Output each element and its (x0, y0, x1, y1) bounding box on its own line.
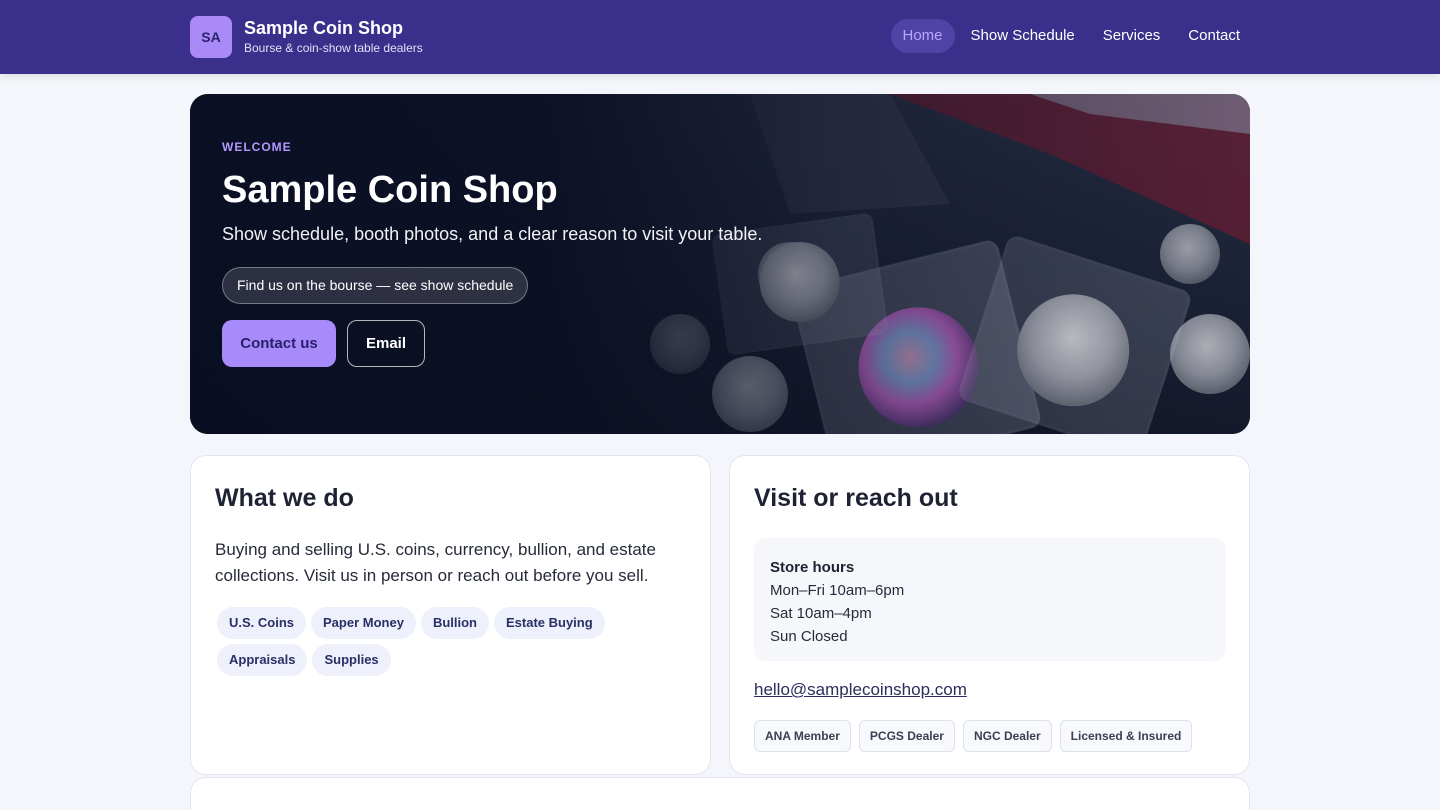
tag-paper-money: Paper Money (311, 607, 416, 639)
brand-name: Sample Coin Shop (244, 18, 404, 38)
nav-home[interactable]: Home (890, 19, 955, 53)
nav-services[interactable]: Services (1091, 19, 1173, 53)
store-hours-title: Store hours (770, 559, 855, 576)
services-description: Buying and selling U.S. coins, currency,… (215, 540, 656, 585)
tag-bullion: Bullion (420, 607, 489, 639)
email-link[interactable]: hello@samplecoinshop.com (754, 680, 967, 700)
tag-appraisals: Appraisals (217, 644, 308, 676)
logo-badge: SA (190, 16, 232, 58)
hero-title: Sample Coin Shop (222, 169, 558, 211)
services-title: What we do (215, 484, 354, 512)
nav-show-schedule[interactable]: Show Schedule (959, 19, 1087, 53)
badge-pcgs-dealer: PCGS Dealer (858, 720, 955, 752)
hero-subtitle: Show schedule, booth photos, and a clear… (222, 224, 763, 244)
site-header: SA Sample Coin Shop Bourse & coin-show t… (0, 0, 1440, 74)
tag-us-coins: U.S. Coins (217, 607, 307, 639)
store-hours-box: Store hours Mon–Fri 10am–6pm Sat 10am–4p… (754, 538, 1226, 661)
brand[interactable]: SA Sample Coin Shop Bourse & coin-show t… (190, 16, 423, 58)
contact-us-button[interactable]: Contact us (222, 320, 336, 367)
main-nav: Home Show Schedule Services Contact (887, 19, 1253, 53)
tag-supplies: Supplies (312, 644, 391, 676)
hero-eyebrow: WELCOME (222, 140, 292, 154)
hero-buttons: Contact us Email (222, 320, 762, 367)
hero-content: WELCOME Sample Coin Shop Show schedule, … (222, 140, 762, 367)
badge-ana-member: ANA Member (754, 720, 851, 752)
next-section-card (190, 777, 1250, 810)
hours-weekday: Mon–Fri 10am–6pm (770, 582, 905, 599)
show-schedule-pill[interactable]: Find us on the bourse — see show schedul… (222, 267, 529, 304)
hero-banner: WELCOME Sample Coin Shop Show schedule, … (190, 94, 1250, 434)
badge-ngc-dealer: NGC Dealer (962, 720, 1052, 752)
credential-badges: ANA Member PCGS Dealer NGC Dealer Licens… (754, 720, 1200, 752)
contact-card: Visit or reach out Store hours Mon–Fri 1… (729, 455, 1250, 775)
brand-tagline: Bourse & coin-show table dealers (244, 41, 423, 55)
tag-estate-buying: Estate Buying (493, 607, 605, 639)
service-tags: U.S. Coins Paper Money Bullion Estate Bu… (217, 607, 687, 681)
contact-title: Visit or reach out (754, 484, 958, 512)
brand-text: Sample Coin Shop Bourse & coin-show tabl… (244, 17, 423, 57)
nav-contact[interactable]: Contact (1176, 19, 1252, 53)
hours-saturday: Sat 10am–4pm (770, 605, 872, 622)
hours-sunday: Sun Closed (770, 628, 848, 645)
services-card: What we do Buying and selling U.S. coins… (190, 455, 711, 775)
badge-licensed-insured: Licensed & Insured (1059, 720, 1193, 752)
email-button[interactable]: Email (347, 320, 425, 367)
